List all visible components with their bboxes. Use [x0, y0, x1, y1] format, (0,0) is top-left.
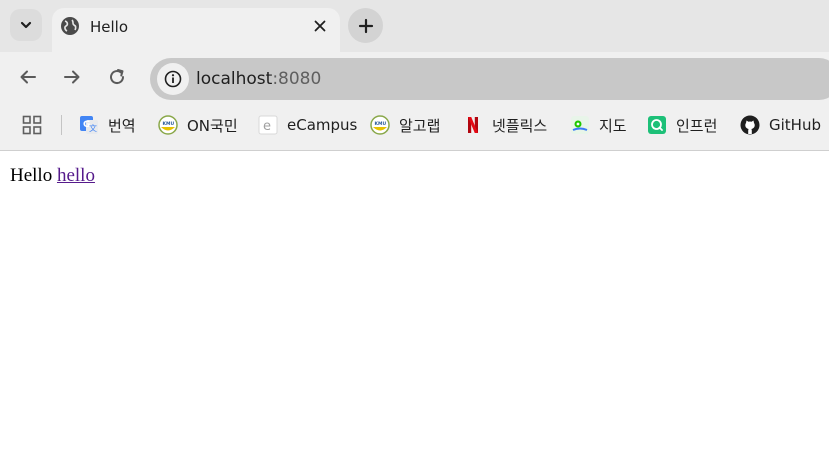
ecampus-icon: e	[258, 115, 278, 135]
tab-strip: Hello	[0, 0, 829, 52]
svg-text:e: e	[263, 119, 271, 134]
bookmark-inflearn[interactable]: 인프런	[647, 112, 717, 138]
bookmark-maps[interactable]: 지도	[570, 112, 627, 138]
google-translate-icon: G文	[79, 115, 99, 135]
arrow-left-icon	[20, 70, 36, 84]
close-icon	[314, 20, 326, 32]
reload-icon	[110, 69, 125, 85]
inflearn-icon	[647, 115, 667, 135]
bookmarks-divider	[61, 115, 62, 135]
bookmark-label: 지도	[599, 116, 627, 135]
bookmark-label: GitHub	[769, 116, 821, 134]
tab-search-button[interactable]	[10, 9, 42, 41]
kmu-logo-icon: KMU	[370, 115, 390, 135]
site-info-button[interactable]	[157, 63, 189, 95]
maps-icon	[570, 115, 590, 135]
bookmark-translate[interactable]: G文 번역	[79, 112, 136, 138]
url-host: localhost	[196, 69, 273, 89]
toolbar: localhost:8080	[0, 52, 829, 102]
tab-close-button[interactable]	[308, 14, 332, 38]
bookmark-label: eCampus	[287, 116, 358, 134]
url-text[interactable]: localhost:8080	[196, 69, 321, 89]
tab-title: Hello	[90, 18, 129, 36]
svg-text:KMU: KMU	[163, 121, 175, 127]
bookmark-algolab[interactable]: KMU 알고랩	[370, 112, 440, 138]
apps-grid-icon[interactable]	[22, 115, 42, 135]
forward-button[interactable]	[60, 65, 84, 89]
bookmark-github[interactable]: GitHub	[740, 112, 821, 138]
arrow-right-icon	[64, 70, 80, 84]
page-body: Hello hello	[10, 165, 95, 187]
globe-icon	[61, 17, 79, 35]
bookmark-onkookmin[interactable]: KMU ON국민	[158, 112, 238, 138]
bookmark-label: ON국민	[187, 116, 238, 135]
bookmark-label: 번역	[108, 116, 136, 135]
chevron-down-icon	[20, 21, 32, 29]
url-port: :8080	[272, 69, 322, 89]
bookmark-netflix[interactable]: 넷플릭스	[463, 112, 547, 138]
page-text: Hello	[10, 165, 53, 186]
plus-icon	[358, 18, 373, 33]
bookmark-ecampus[interactable]: e eCampus	[258, 112, 357, 138]
svg-text:KMU: KMU	[375, 121, 387, 127]
tab-hello[interactable]: Hello	[52, 8, 340, 52]
bookmark-label: 인프런	[676, 116, 718, 135]
svg-text:文: 文	[89, 123, 97, 133]
address-bar[interactable]: localhost:8080	[150, 58, 829, 100]
back-button[interactable]	[16, 65, 40, 89]
info-icon	[164, 70, 182, 88]
hello-link[interactable]: hello	[57, 165, 95, 186]
github-icon	[740, 115, 760, 135]
netflix-icon	[463, 115, 483, 135]
bookmark-label: 넷플릭스	[492, 116, 548, 135]
kmu-logo-icon: KMU	[158, 115, 178, 135]
reload-button[interactable]	[105, 65, 129, 89]
bookmark-label: 알고랩	[399, 116, 441, 135]
bookmarks-bar: G文 번역 KMU ON국민 e eCampus KMU 알고랩 넷플릭스 지도	[0, 102, 829, 151]
new-tab-button[interactable]	[348, 8, 383, 43]
